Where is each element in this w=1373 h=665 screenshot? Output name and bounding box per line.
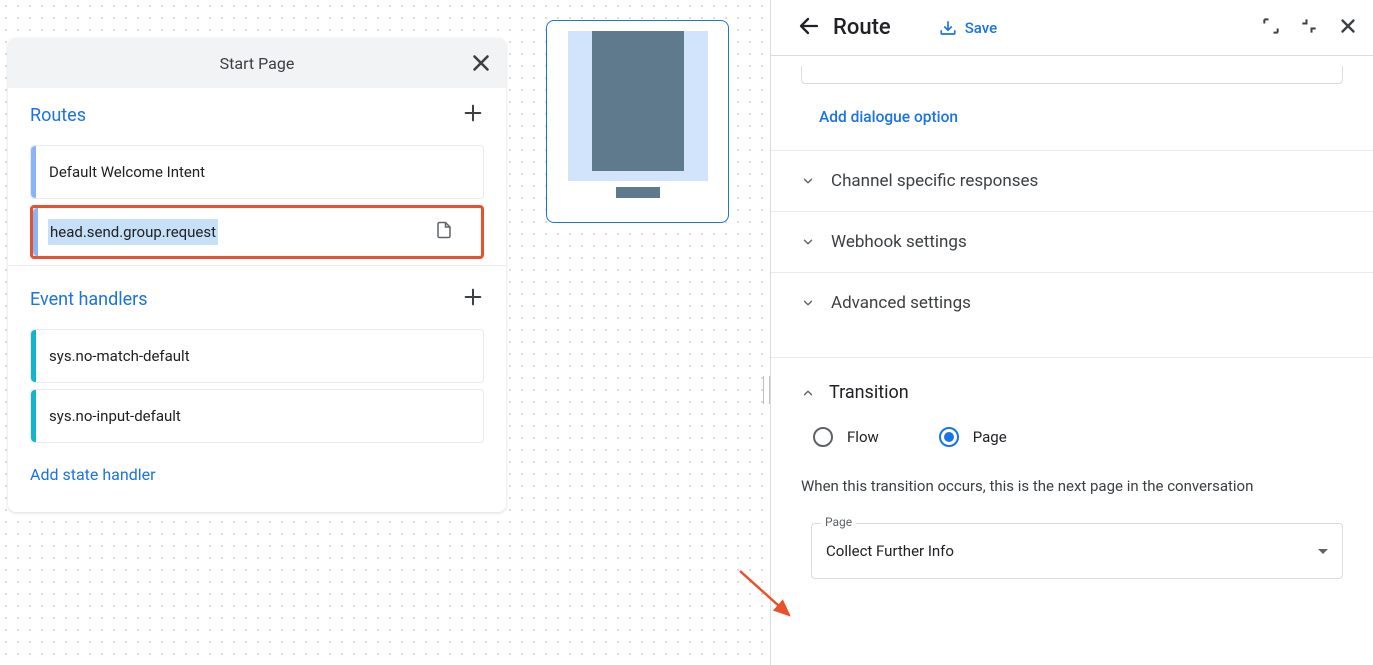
add-state-handler-link[interactable]: Add state handler: [8, 449, 506, 512]
page-select-value: Collect Further Info: [826, 542, 954, 560]
back-icon[interactable]: [797, 14, 821, 42]
route-label: Default Welcome Intent: [49, 163, 205, 181]
radio-label: Flow: [847, 428, 879, 446]
expander-advanced-settings[interactable]: Advanced settings: [771, 272, 1373, 333]
collapse-icon[interactable]: [1299, 16, 1319, 40]
route-item[interactable]: Default Welcome Intent: [30, 145, 484, 199]
expander-label: Advanced settings: [831, 293, 971, 313]
field-outline-partial: [801, 66, 1343, 84]
panel-title: Start Page: [220, 54, 295, 73]
resize-handle[interactable]: [763, 376, 770, 404]
handler-label: sys.no-match-default: [49, 347, 190, 365]
start-page-panel: Start Page Routes Default Welcome Intent…: [8, 38, 506, 512]
radio-flow[interactable]: Flow: [813, 427, 879, 447]
routes-label: Routes: [30, 105, 86, 126]
route-body: Add dialogue option Channel specific res…: [771, 56, 1373, 665]
event-handlers-header: Event handlers: [8, 272, 506, 323]
page-select-box[interactable]: Collect Further Info: [811, 523, 1343, 579]
route-label: head.send.group.request: [48, 219, 218, 245]
handler-accent: [31, 390, 36, 442]
panel-header: Start Page: [8, 38, 506, 88]
chevron-down-icon: [801, 296, 815, 310]
close-icon[interactable]: [468, 50, 494, 76]
route-accent: [31, 146, 36, 198]
handler-accent: [31, 330, 36, 382]
event-handlers-label: Event handlers: [30, 289, 148, 310]
file-icon: [435, 221, 453, 243]
divider: [8, 265, 506, 266]
routes-header: Routes: [8, 88, 506, 139]
radio-label: Page: [973, 428, 1007, 446]
add-route-button[interactable]: [462, 102, 484, 129]
event-handler-item[interactable]: sys.no-match-default: [30, 329, 484, 383]
add-event-handler-button[interactable]: [462, 286, 484, 313]
radio-icon: [813, 427, 833, 447]
page-select[interactable]: Page Collect Further Info: [811, 523, 1343, 579]
page-select-label: Page: [821, 515, 856, 529]
event-handler-item[interactable]: sys.no-input-default: [30, 389, 484, 443]
flow-canvas[interactable]: Start Page Routes Default Welcome Intent…: [0, 0, 770, 665]
flow-node[interactable]: [546, 20, 729, 223]
route-accent: [33, 208, 38, 256]
node-body: [568, 31, 708, 181]
expand-icon[interactable]: [1261, 16, 1281, 40]
expander-label: Channel specific responses: [831, 171, 1038, 191]
route-item-selected[interactable]: head.send.group.request: [30, 205, 484, 259]
dropdown-icon: [1318, 549, 1328, 554]
route-title: Route: [833, 15, 891, 40]
radio-icon-checked: [939, 427, 959, 447]
expander-channel-responses[interactable]: Channel specific responses: [771, 150, 1373, 211]
chevron-down-icon: [801, 174, 815, 188]
save-button[interactable]: Save: [939, 19, 997, 37]
chevron-down-icon: [801, 235, 815, 249]
expander-webhook-settings[interactable]: Webhook settings: [771, 211, 1373, 272]
node-footer: [616, 187, 660, 198]
close-icon[interactable]: [1337, 15, 1359, 41]
handler-label: sys.no-input-default: [49, 407, 181, 425]
transition-header[interactable]: Transition: [801, 382, 1343, 403]
route-panel-header: Route Save: [771, 0, 1373, 56]
add-dialogue-option-link[interactable]: Add dialogue option: [819, 108, 958, 126]
expander-label: Webhook settings: [831, 232, 967, 252]
transition-section: Transition Flow Page When this transitio…: [771, 357, 1373, 603]
transition-description: When this transition occurs, this is the…: [801, 477, 1343, 495]
transition-title: Transition: [829, 382, 909, 403]
node-inner: [592, 31, 684, 171]
save-label: Save: [965, 19, 997, 37]
chevron-up-icon: [801, 386, 815, 400]
radio-page[interactable]: Page: [939, 427, 1007, 447]
transition-radio-group: Flow Page: [813, 427, 1343, 447]
route-panel: Route Save Add dialogue option Channel s…: [770, 0, 1373, 665]
